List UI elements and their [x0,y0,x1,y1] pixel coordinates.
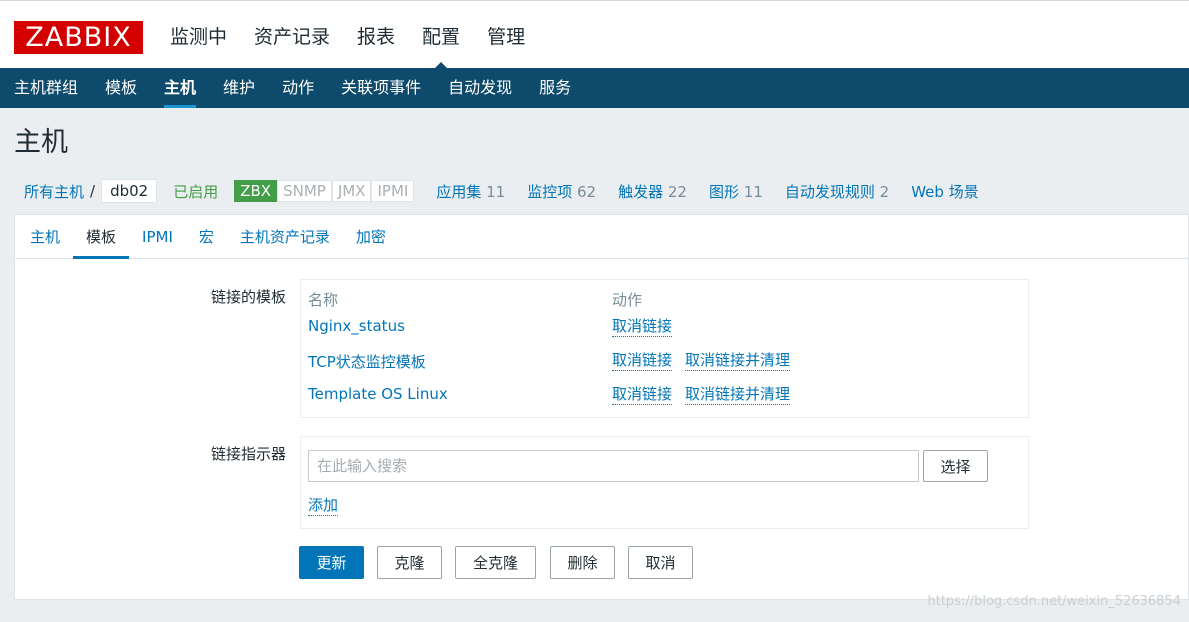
main-menu: 监测中 资产记录 报表 配置 管理 [170,23,552,71]
select-template-button[interactable]: 选择 [923,450,988,482]
link-web-scenarios[interactable]: Web 场景 [911,181,978,202]
delete-button[interactable]: 删除 [550,546,615,579]
full-clone-button[interactable]: 全克隆 [455,546,536,579]
zabbix-logo[interactable]: ZABBIX [14,21,143,54]
link-triggers[interactable]: 触发器 22 [618,181,687,202]
main-menu-reports[interactable]: 报表 [357,23,395,51]
unlink-button[interactable]: 取消链接 [612,351,673,371]
tab-host[interactable]: 主机 [17,215,73,258]
cancel-button[interactable]: 取消 [628,546,693,579]
breadcrumb-separator: / [90,182,96,200]
breadcrumb-current-host: db02 [101,179,158,203]
sub-menu: 主机群组 模板 主机 维护 动作 关联项事件 自动发现 服务 [0,68,1189,108]
unlink-button[interactable]: 取消链接 [612,317,673,337]
main-menu-inventory[interactable]: 资产记录 [254,23,330,51]
template-search-input[interactable] [308,450,919,482]
breadcrumb-all-hosts[interactable]: 所有主机 [24,181,84,202]
link-items[interactable]: 监控项 62 [527,181,596,202]
linked-templates-table: 名称 动作 Nginx_status 取消链接 TCP状态监控模板 取消链接 取… [300,279,1029,418]
linked-templates-label: 链接的模板 [210,288,286,306]
tab-ipmi[interactable]: IPMI [129,215,186,258]
sub-menu-host-groups[interactable]: 主机群组 [14,68,78,108]
zbx-availability-badge: ZBX [234,180,278,202]
template-name-link[interactable]: Nginx_status [308,317,405,335]
main-menu-administration[interactable]: 管理 [487,23,525,51]
template-name-link[interactable]: TCP状态监控模板 [308,351,426,372]
main-menu-monitoring[interactable]: 监测中 [170,23,227,51]
sub-menu-discovery[interactable]: 自动发现 [448,68,512,108]
sub-menu-maintenance[interactable]: 维护 [223,68,255,108]
sub-menu-actions[interactable]: 动作 [282,68,314,108]
link-indicator-box: 选择 添加 [300,436,1029,529]
host-status-enabled[interactable]: 已启用 [173,181,218,202]
breadcrumb: 所有主机 / db02 已启用 ZBX SNMP JMX IPMI 应用集 11… [14,176,1189,206]
link-graphs[interactable]: 图形 11 [709,181,763,202]
host-form-card: 主机 模板 IPMI 宏 主机资产记录 加密 链接的模板 名称 动作 Nginx… [14,214,1189,600]
tab-templates[interactable]: 模板 [73,215,130,259]
sub-menu-templates[interactable]: 模板 [105,68,137,108]
tab-macros[interactable]: 宏 [186,215,227,258]
column-header-action: 动作 [612,291,643,309]
snmp-availability-badge: SNMP [277,180,332,202]
main-menu-configuration[interactable]: 配置 [422,23,460,71]
link-applications[interactable]: 应用集 11 [436,181,505,202]
link-discovery-rules[interactable]: 自动发现规则 2 [785,181,889,202]
link-indicator-label: 链接指示器 [210,445,286,463]
top-header: ZABBIX 监测中 资产记录 报表 配置 管理 [0,0,1189,71]
tab-encryption[interactable]: 加密 [343,215,399,258]
unlink-button[interactable]: 取消链接 [612,385,673,405]
sub-menu-correlation[interactable]: 关联项事件 [341,68,421,108]
watermark-text: https://blog.csdn.net/weixin_52636854 [927,594,1181,609]
unlink-and-clear-button[interactable]: 取消链接并清理 [685,351,791,371]
form-tabs: 主机 模板 IPMI 宏 主机资产记录 加密 [15,215,1188,259]
ipmi-availability-badge: IPMI [371,180,415,202]
unlink-and-clear-button[interactable]: 取消链接并清理 [685,385,791,405]
jmx-availability-badge: JMX [331,180,372,202]
clone-button[interactable]: 克隆 [377,546,442,579]
add-template-link[interactable]: 添加 [308,496,339,516]
tab-inventory[interactable]: 主机资产记录 [227,215,343,258]
update-button[interactable]: 更新 [299,546,364,579]
page-title: 主机 [14,127,68,158]
column-header-name: 名称 [308,291,339,309]
sub-menu-services[interactable]: 服务 [539,68,571,108]
sub-menu-hosts[interactable]: 主机 [164,68,197,108]
template-name-link[interactable]: Template OS Linux [308,385,448,403]
